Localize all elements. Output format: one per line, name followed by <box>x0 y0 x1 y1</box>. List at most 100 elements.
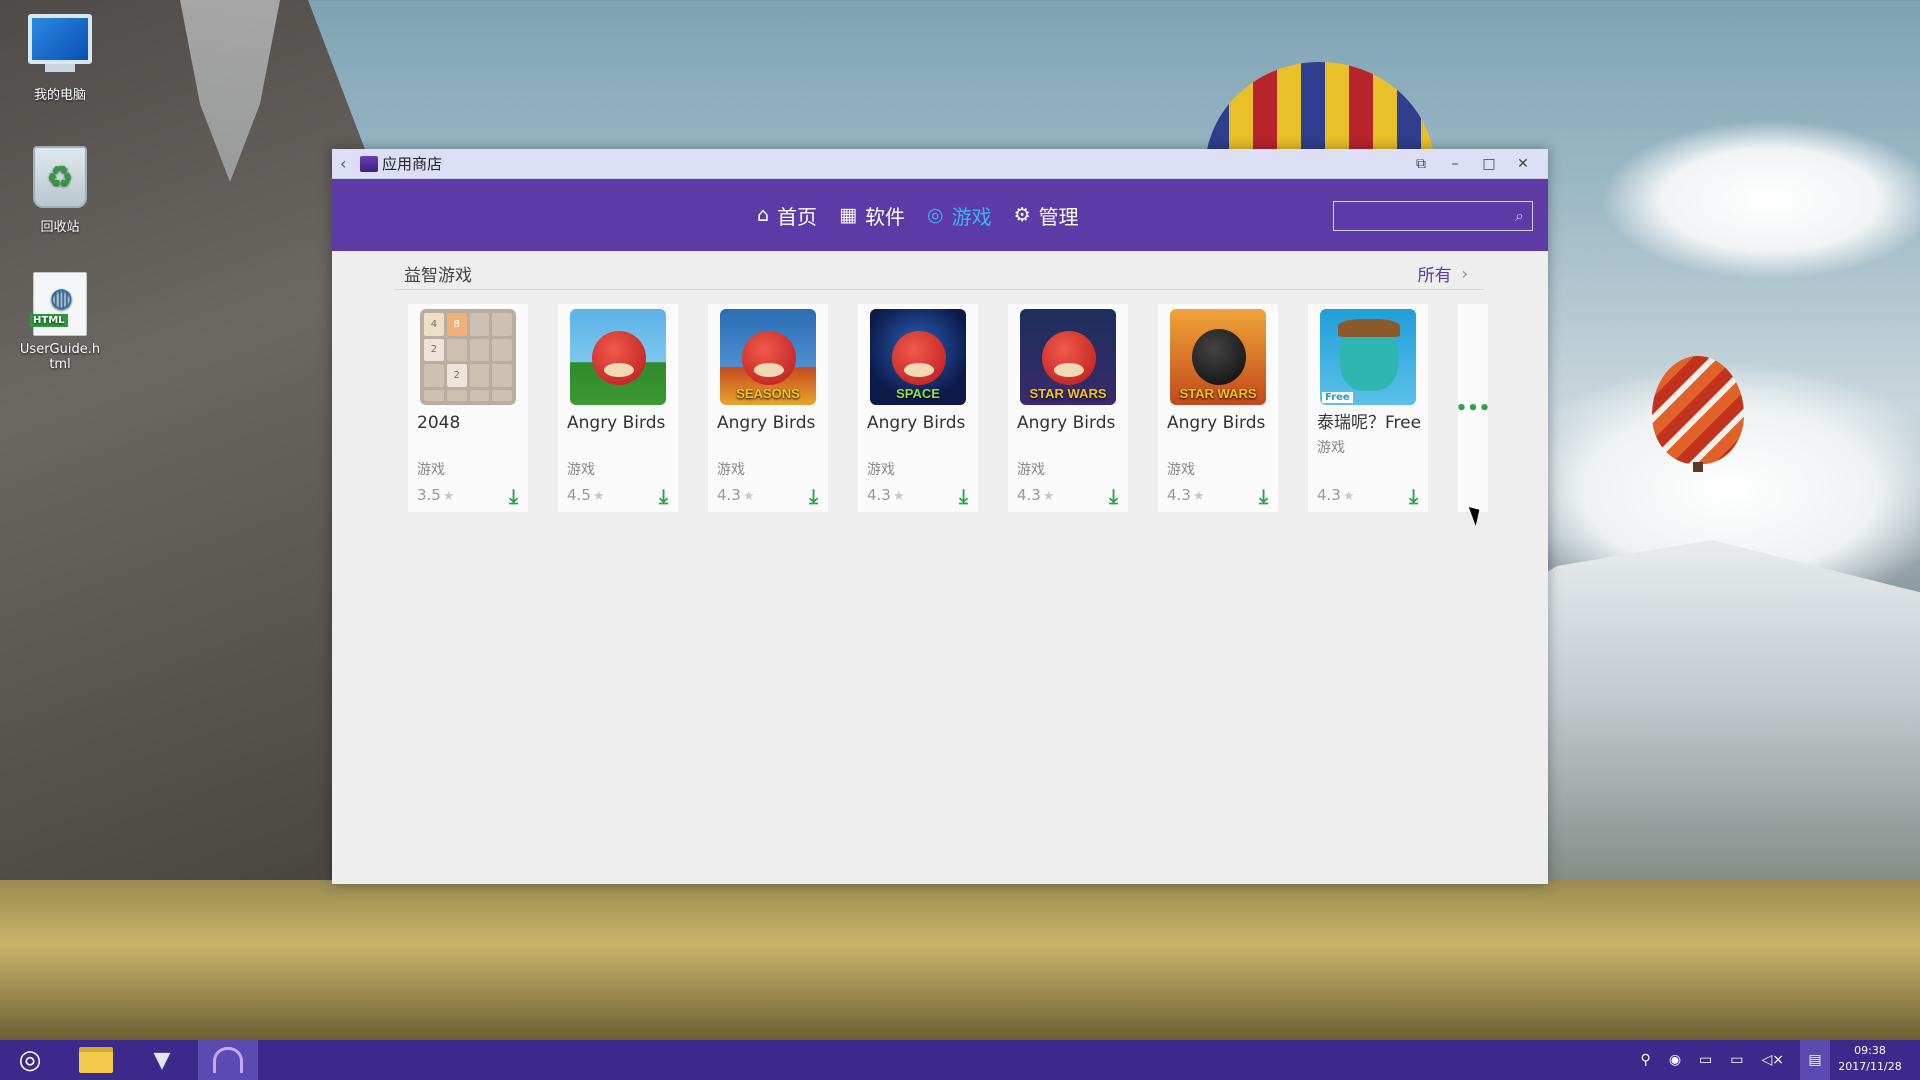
angry-birds-space-icon: SPACE <box>870 309 966 405</box>
app-card[interactable]: STAR WARS Angry Birds 游戏 4.3 ★ ⤓ <box>1158 304 1278 512</box>
view-all-link[interactable]: 所有 › <box>1418 261 1468 286</box>
start-button[interactable]: ◎ <box>0 1040 60 1080</box>
tab-label: 游戏 <box>951 204 992 229</box>
download-icon[interactable]: ⤓ <box>809 484 818 508</box>
notification-icon[interactable]: ▤ <box>1800 1040 1830 1080</box>
taskbar-app-store[interactable] <box>198 1040 258 1080</box>
desktop-icon-label: UserGuide.html <box>19 342 101 372</box>
star-icon: ★ <box>1192 489 1205 504</box>
desktop-icon-label: 我的电脑 <box>33 88 86 103</box>
download-icon[interactable]: ⤓ <box>659 484 668 508</box>
app-rating: 3.5 ★ <box>417 486 455 504</box>
tab-games[interactable]: ◎ 游戏 <box>927 201 992 230</box>
search-icon[interactable]: ⌕ <box>1515 206 1524 226</box>
download-icon[interactable]: ⤓ <box>509 484 518 508</box>
tab-home[interactable]: ⌂ 首页 <box>757 201 817 230</box>
folder-icon <box>79 1047 113 1073</box>
system-tray: ⚲ ◉ ▭ ▭ ◁× ▤ <box>1623 1040 1830 1080</box>
2048-icon: 48 2 2 <box>420 309 516 405</box>
star-icon: ★ <box>1342 489 1355 504</box>
tab-label: 管理 <box>1038 204 1079 229</box>
user-icon[interactable]: ⚲ <box>1641 1052 1651 1068</box>
battery-icon[interactable]: ▭ <box>1699 1052 1712 1068</box>
more-apps-button[interactable]: ••• <box>1456 304 1490 512</box>
volume-muted-icon[interactable]: ◁× <box>1762 1052 1785 1068</box>
close-button[interactable]: ✕ <box>1506 156 1540 172</box>
app-category: 游戏 <box>717 462 745 478</box>
maximize-button[interactable]: □ <box>1472 156 1506 172</box>
app-name: Angry Birds <box>1017 413 1116 433</box>
tab-manage[interactable]: ⚙ 管理 <box>1014 201 1079 230</box>
section-header: 益智游戏 所有 › <box>394 258 1484 290</box>
app-rating: 4.3 ★ <box>1317 486 1355 504</box>
app-card[interactable]: 48 2 2 2048 游戏 3.5 ★ ⤓ <box>408 304 528 512</box>
angry-birds-seasons-icon: SEASONS <box>720 309 816 405</box>
html-file-icon: ◍ HTML <box>25 272 95 336</box>
app-card[interactable]: Angry Birds 游戏 4.5 ★ ⤓ <box>558 304 678 512</box>
desktop-icon-recycle-bin[interactable]: ♻ 回收站 <box>10 146 110 235</box>
app-rating: 4.3 ★ <box>1167 486 1205 504</box>
angry-birds-star-wars-hd-icon: STAR WARS <box>1020 309 1116 405</box>
app-store-window: ‹ 应用商店 ⧉ – □ ✕ ⌂ 首页 ▦ 软件 ◎ 游戏 ⚙ 管理 ⌕ 益智游… <box>332 149 1548 884</box>
gamepad-icon: ◎ <box>927 204 944 226</box>
chevron-right-icon: › <box>1461 264 1468 283</box>
display-icon[interactable]: ▭ <box>1730 1052 1743 1068</box>
app-name: Angry Birds <box>567 413 666 433</box>
back-button[interactable]: ‹ <box>340 154 360 173</box>
download-icon[interactable]: ⤓ <box>1109 484 1118 508</box>
window-titlebar[interactable]: ‹ 应用商店 ⧉ – □ ✕ <box>332 149 1548 179</box>
app-name: 2048 <box>417 413 461 433</box>
app-card[interactable]: SEASONS Angry Birds 游戏 4.3 ★ ⤓ <box>708 304 828 512</box>
eagle-icon: ▼ <box>153 1047 171 1073</box>
wallpaper-cloud <box>1500 360 1920 620</box>
angry-birds-rio-icon <box>570 309 666 405</box>
computer-icon <box>25 14 95 78</box>
clock-date: 2017/11/28 <box>1838 1060 1902 1073</box>
app-rating: 4.3 ★ <box>717 486 755 504</box>
angry-birds-star-wars-icon: STAR WARS <box>1170 309 1266 405</box>
app-card[interactable]: SPACE Angry Birds 游戏 4.3 ★ ⤓ <box>858 304 978 512</box>
grid-icon: ▦ <box>839 204 858 226</box>
wallpaper-ground <box>0 880 1920 1040</box>
home-icon: ⌂ <box>757 204 770 226</box>
app-category: 游戏 <box>1317 440 1345 456</box>
search-input[interactable]: ⌕ <box>1333 201 1533 231</box>
download-icon[interactable]: ⤓ <box>1259 484 1268 508</box>
app-name: Angry Birds <box>1167 413 1266 433</box>
pin-button[interactable]: ⧉ <box>1404 156 1438 172</box>
section-title: 益智游戏 <box>404 266 472 286</box>
app-category: 游戏 <box>1167 462 1195 478</box>
app-category: 游戏 <box>567 462 595 478</box>
wallpaper-cloud <box>1600 120 1920 280</box>
desktop-icon-label: 回收站 <box>40 220 80 235</box>
taskbar: ◎ ▼ ⚲ ◉ ▭ ▭ ◁× ▤ 09:38 2017/11/28 <box>0 1040 1920 1080</box>
app-rating: 4.3 ★ <box>1017 486 1055 504</box>
app-category: 游戏 <box>1017 462 1045 478</box>
wallpaper-balloon-basket <box>1693 462 1703 472</box>
wallpaper-balloon <box>1652 356 1744 464</box>
star-icon: ★ <box>592 489 605 504</box>
wallpaper-snow <box>180 0 280 182</box>
desktop-icon-userguide[interactable]: ◍ HTML UserGuide.html <box>10 272 110 372</box>
app-card[interactable]: Free 泰瑞呢？Free 游戏 4.3 ★ ⤓ <box>1308 304 1428 512</box>
network-status-icon[interactable]: ◉ <box>1669 1052 1681 1068</box>
minimize-button[interactable]: – <box>1438 156 1472 172</box>
app-card-list: 48 2 2 2048 游戏 3.5 ★ ⤓ Angry Birds 游戏 4.5… <box>408 304 1490 512</box>
download-icon[interactable]: ⤓ <box>1409 484 1418 508</box>
star-icon: ★ <box>892 489 905 504</box>
tab-software[interactable]: ▦ 软件 <box>839 201 905 230</box>
taskbar-eagle-app[interactable]: ▼ <box>132 1040 192 1080</box>
star-icon: ★ <box>742 489 755 504</box>
where-is-perry-icon: Free <box>1320 309 1416 405</box>
nav-tabs: ⌂ 首页 ▦ 软件 ◎ 游戏 ⚙ 管理 <box>757 179 1101 251</box>
taskbar-file-manager[interactable] <box>66 1040 126 1080</box>
app-rating: 4.5 ★ <box>567 486 605 504</box>
download-icon[interactable]: ⤓ <box>959 484 968 508</box>
window-title: 应用商店 <box>382 155 443 173</box>
app-card[interactable]: STAR WARS Angry Birds 游戏 4.3 ★ ⤓ <box>1008 304 1128 512</box>
desktop-icon-my-computer[interactable]: 我的电脑 <box>10 14 110 103</box>
clock[interactable]: 09:38 2017/11/28 <box>1832 1043 1908 1075</box>
app-store-icon <box>213 1047 243 1073</box>
tab-label: 首页 <box>777 204 818 229</box>
app-rating: 4.3 ★ <box>867 486 905 504</box>
